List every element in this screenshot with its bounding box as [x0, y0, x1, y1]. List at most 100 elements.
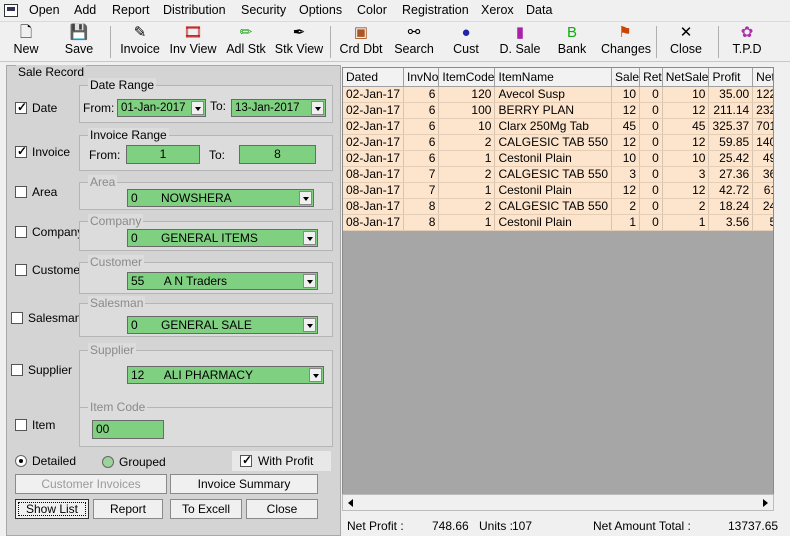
chevron-down-icon[interactable] — [191, 101, 204, 115]
salesman-checkbox[interactable] — [11, 312, 23, 324]
menu-distribution[interactable]: Distribution — [163, 3, 226, 17]
chevron-down-icon[interactable] — [303, 318, 316, 332]
table-cell[interactable]: 0 — [639, 182, 663, 199]
invoice-summary-button[interactable]: Invoice Summary — [170, 474, 318, 494]
table-cell[interactable]: 3 — [611, 166, 641, 183]
table-cell[interactable]: 6 — [403, 86, 440, 103]
table-cell[interactable]: 2322.54 — [752, 102, 773, 119]
item-code-field[interactable]: 00 — [92, 420, 164, 439]
invoice-to-field[interactable]: 8 — [239, 145, 316, 164]
column-header-itemname[interactable]: ItemName — [494, 68, 613, 87]
invoice-button[interactable]: ✎ Invoice — [116, 24, 164, 60]
menu-open[interactable]: Open — [29, 3, 60, 17]
table-cell[interactable]: Clarx 250Mg Tab — [494, 118, 613, 135]
report-button[interactable]: Report — [93, 499, 163, 519]
table-cell[interactable]: Cestonil Plain — [494, 182, 613, 199]
table-cell[interactable]: 1225.00 — [752, 86, 773, 103]
table-cell[interactable]: 42.72 — [708, 182, 754, 199]
customer-select[interactable]: 55 A N Traders — [127, 272, 318, 290]
horizontal-scrollbar[interactable] — [342, 494, 774, 511]
table-cell[interactable]: 0 — [639, 86, 663, 103]
table-cell[interactable]: 02-Jan-17 — [343, 86, 405, 103]
table-cell[interactable]: 2 — [438, 134, 496, 151]
scroll-left-icon[interactable] — [343, 495, 359, 510]
table-row[interactable]: 08-Jan-1781Cestonil Plain1013.5650.92 — [343, 214, 773, 231]
table-cell[interactable]: 3.56 — [708, 214, 754, 231]
table-cell[interactable]: 1 — [662, 214, 710, 231]
menu-registration[interactable]: Registration — [402, 3, 469, 17]
table-cell[interactable]: 499.02 — [752, 150, 773, 167]
table-cell[interactable]: 0 — [639, 198, 663, 215]
table-cell[interactable]: 18.24 — [708, 198, 754, 215]
table-cell[interactable]: 45 — [611, 118, 641, 135]
table-cell[interactable]: 2 — [611, 198, 641, 215]
table-cell[interactable]: 100 — [438, 102, 496, 119]
table-row[interactable]: 08-Jan-1782CALGESIC TAB 55020218.24243.1… — [343, 198, 773, 215]
table-cell[interactable]: 08-Jan-17 — [343, 166, 405, 183]
table-cell[interactable]: 0 — [639, 102, 663, 119]
table-cell[interactable]: 2 — [438, 198, 496, 215]
area-select[interactable]: 0 NOWSHERA — [127, 189, 314, 207]
date-from-picker[interactable]: 01-Jan-2017 — [117, 99, 206, 117]
table-cell[interactable]: 0 — [639, 118, 663, 135]
table-cell[interactable]: 6 — [403, 150, 440, 167]
table-cell[interactable]: 1 — [438, 150, 496, 167]
search-button[interactable]: ⚯ Search — [393, 24, 435, 60]
table-cell[interactable]: 1 — [438, 182, 496, 199]
table-cell[interactable]: 02-Jan-17 — [343, 134, 405, 151]
table-cell[interactable]: 35.00 — [708, 86, 754, 103]
table-cell[interactable]: 02-Jan-17 — [343, 118, 405, 135]
table-cell[interactable]: 12 — [662, 102, 710, 119]
table-cell[interactable]: 12 — [611, 102, 641, 119]
chevron-down-icon[interactable] — [311, 101, 324, 115]
table-cell[interactable]: 0 — [639, 134, 663, 151]
table-cell[interactable]: 27.36 — [708, 166, 754, 183]
table-row[interactable]: 08-Jan-1771Cestonil Plain1201242.72611.0… — [343, 182, 773, 199]
table-cell[interactable]: 10 — [611, 86, 641, 103]
table-cell[interactable]: 10 — [438, 118, 496, 135]
table-row[interactable]: 02-Jan-176120Avecol Susp1001035.001225.0… — [343, 86, 773, 103]
new-button[interactable]: 🗋 New — [8, 24, 44, 60]
table-cell[interactable]: 12 — [662, 134, 710, 151]
column-header-invno[interactable]: InvNo — [403, 68, 440, 87]
table-row[interactable]: 02-Jan-1761Cestonil Plain1001025.42499.0… — [343, 150, 773, 167]
table-cell[interactable]: 1 — [438, 214, 496, 231]
date-checkbox[interactable] — [15, 100, 27, 114]
table-cell[interactable]: Cestonil Plain — [494, 214, 613, 231]
grouped-radio[interactable] — [102, 456, 114, 468]
invoice-checkbox[interactable] — [15, 144, 27, 158]
supplier-select[interactable]: 12 ALI PHARMACY — [127, 366, 324, 384]
company-select[interactable]: 0 GENERAL ITEMS — [127, 229, 318, 247]
chevron-down-icon[interactable] — [303, 231, 316, 245]
customer-checkbox[interactable] — [15, 264, 27, 276]
table-cell[interactable]: 211.14 — [708, 102, 754, 119]
table-cell[interactable]: 6 — [403, 134, 440, 151]
table-cell[interactable]: 10 — [611, 150, 641, 167]
table-cell[interactable]: 59.85 — [708, 134, 754, 151]
changes-button[interactable]: ⚑ Changes — [601, 24, 651, 60]
table-row[interactable]: 02-Jan-17 6 10 Clarx 250Mg Tab 45 0 45 325.37 70… — [343, 118, 773, 135]
table-cell[interactable]: 12 — [611, 182, 641, 199]
table-cell[interactable]: 10 — [662, 150, 710, 167]
menu-data[interactable]: Data — [526, 3, 552, 17]
area-checkbox[interactable] — [15, 186, 27, 198]
column-header-netsale[interactable]: NetSale — [662, 68, 710, 87]
column-header-ret[interactable]: Ret — [639, 68, 663, 87]
cust-button[interactable]: ● Cust — [451, 24, 481, 60]
table-cell[interactable]: BERRY PLAN — [494, 102, 613, 119]
table-cell[interactable]: 7 — [403, 182, 440, 199]
menu-options[interactable]: Options — [299, 3, 342, 17]
invoice-from-field[interactable]: 1 — [126, 145, 200, 164]
chevron-down-icon[interactable] — [303, 274, 316, 288]
crd-dbt-button[interactable]: ▣ Crd Dbt — [337, 24, 385, 60]
table-cell[interactable]: 2 — [662, 198, 710, 215]
table-cell[interactable]: 10 — [662, 86, 710, 103]
customer-invoices-button[interactable]: Customer Invoices — [15, 474, 167, 494]
save-button[interactable]: 💾 Save — [60, 24, 98, 60]
table-cell[interactable]: 325.37 — [708, 118, 754, 135]
date-to-picker[interactable]: 13-Jan-2017 — [231, 99, 326, 117]
table-cell[interactable]: 02-Jan-17 — [343, 102, 405, 119]
chevron-down-icon[interactable] — [309, 368, 322, 382]
table-cell[interactable]: 611.04 — [752, 182, 773, 199]
table-cell[interactable]: CALGESIC TAB 550 — [494, 134, 613, 151]
